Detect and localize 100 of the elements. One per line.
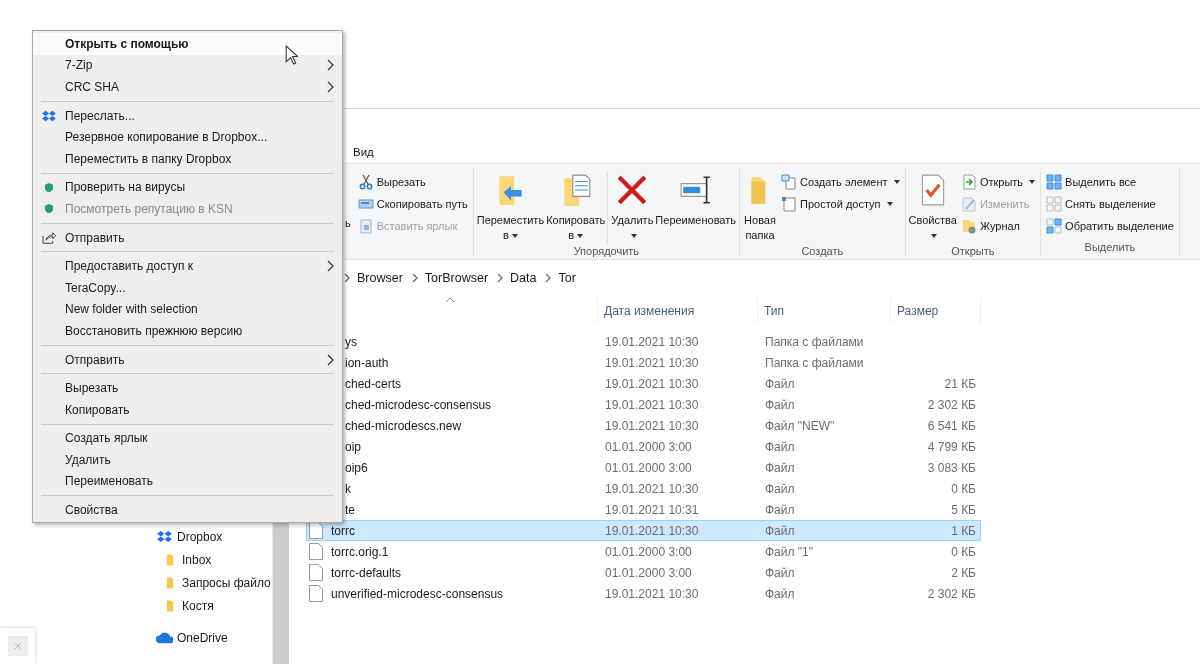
menu-item[interactable]: Удалить <box>33 449 342 471</box>
caret-icon <box>630 234 637 239</box>
nav-item[interactable]: Костя <box>132 594 272 617</box>
ribbon-button[interactable]: Снять выделение <box>1046 195 1174 213</box>
ribbon-button[interactable]: Открыть <box>960 173 1036 191</box>
type-cell-text: Файл <box>764 439 796 454</box>
file-row[interactable]: torrc 19.01.2021 10:30 Файл 1 КБ <box>306 520 981 541</box>
edit-icon <box>960 196 977 212</box>
menu-item[interactable]: Копировать <box>33 398 342 421</box>
nav-item[interactable]: OneDrive <box>132 626 272 649</box>
ribbon-label: ь <box>345 217 351 229</box>
type-cell-text: Файл "NEW" <box>764 418 836 433</box>
file-icon <box>309 543 323 560</box>
column-header[interactable]: Дата изменения <box>598 298 758 323</box>
caret-icon <box>1029 180 1036 184</box>
type-cell-text: Файл <box>764 481 796 496</box>
ribbon-button[interactable]: Новая папка <box>742 171 778 245</box>
column-header[interactable]: Размер <box>891 298 981 323</box>
chevron-icon <box>411 274 418 282</box>
menu-item[interactable]: Переименовать <box>33 470 342 493</box>
close-button[interactable] <box>7 636 28 656</box>
breadcrumb-item[interactable]: Browser <box>357 271 403 285</box>
dropbox-icon <box>42 109 56 122</box>
ribbon-button[interactable]: Копировать в <box>545 171 607 245</box>
path-icon <box>357 196 374 212</box>
type-cell-text: Файл <box>764 586 796 601</box>
ribbon-button[interactable]: Простой доступ <box>781 195 900 213</box>
nav-item[interactable]: Inbox <box>132 548 272 571</box>
file-name: oip6 <box>345 460 368 475</box>
ribbon-button[interactable]: Журнал <box>960 217 1036 235</box>
group-label: Открыть <box>950 245 996 259</box>
menu-item[interactable]: TeraCopy... <box>33 276 342 299</box>
folder-icon <box>166 575 174 590</box>
size-cell-text: 2 КБ <box>950 565 977 580</box>
menu-item[interactable]: Вырезать <box>33 377 342 399</box>
nav-item[interactable]: Dropbox <box>132 525 272 548</box>
close-icon <box>13 642 22 650</box>
menu-item[interactable]: Открыть с помощью <box>33 33 342 55</box>
ribbon-tab[interactable]: Вид <box>347 144 380 160</box>
chevron-icon <box>327 353 334 366</box>
caret-icon <box>511 234 518 239</box>
ribbon-button[interactable]: Свойства <box>907 171 958 245</box>
menu-item[interactable]: Предоставить доступ к <box>33 255 342 277</box>
ribbon-button[interactable]: Переименовать <box>654 171 737 230</box>
menu-item[interactable]: Восстановить прежнюю версию <box>33 320 342 342</box>
chevron-icon <box>327 81 334 93</box>
column-header[interactable]: Тип <box>758 298 891 323</box>
file-name: ion-auth <box>345 355 389 370</box>
menu-item[interactable]: Переместить в папку Dropbox <box>33 147 342 170</box>
menu-item[interactable]: 7-Zip <box>33 54 342 77</box>
size-cell-text: 0 КБ <box>950 544 977 559</box>
clipboard-icon <box>357 218 374 234</box>
menu-item[interactable]: Отправить <box>33 348 342 371</box>
folder-icon <box>166 552 174 567</box>
type-cell-text: Файл <box>764 397 796 412</box>
nav-item[interactable]: Запросы файло <box>132 571 272 594</box>
grid-icon <box>1046 218 1063 234</box>
date-cell-text: 01.01.2000 3:00 <box>604 565 693 580</box>
date-cell-text: 19.01.2021 10:30 <box>604 355 700 370</box>
size-cell-text: 6 541 КБ <box>926 418 977 433</box>
type-cell-text: Файл <box>764 502 796 517</box>
ribbon-button[interactable]: Обратить выделение <box>1046 217 1174 235</box>
file-icon <box>309 564 323 581</box>
breadcrumb-item[interactable]: Data <box>510 271 537 285</box>
breadcrumb-item[interactable]: Tor <box>558 271 576 285</box>
ribbon-button[interactable]: Выделить все <box>1046 173 1174 191</box>
breadcrumb-item[interactable]: TorBrowser <box>424 271 489 285</box>
file-name: ched-microdescs.new <box>345 418 462 433</box>
ribbon-button[interactable]: Скопировать путь <box>357 195 468 213</box>
group-label: Упорядочить <box>572 245 641 259</box>
menu-item[interactable]: Резервное копирование в Dropbox... <box>33 126 342 148</box>
ribbon-button[interactable]: Вырезать <box>357 173 468 191</box>
grid-icon <box>1046 174 1063 190</box>
menu-item[interactable]: Отправить <box>33 226 342 249</box>
page-icon <box>781 196 797 212</box>
menu-item[interactable]: Свойства <box>33 499 342 521</box>
type-cell-text: Папка с файлами <box>764 334 865 349</box>
menu-item[interactable]: CRC SHA <box>33 76 342 98</box>
menu-item[interactable]: Создать ярлык <box>33 427 342 450</box>
file-row[interactable]: unverified-microdesc-consensus 19.01.2021 10:30 Файл 2 302 КБ <box>306 583 981 604</box>
chevron-icon <box>344 274 350 282</box>
caret-icon <box>893 180 900 184</box>
cloud-icon <box>156 631 173 644</box>
menu-item[interactable]: New folder with selection <box>33 298 342 321</box>
date-cell-text: 19.01.2021 10:30 <box>604 481 700 496</box>
grid-icon <box>1046 196 1063 212</box>
file-row[interactable]: torrc.orig.1 01.01.2000 3:00 Файл "1" 0 КБ <box>306 541 981 562</box>
caret-icon <box>577 234 584 239</box>
cursor-icon <box>285 45 298 65</box>
file-name: te <box>345 502 355 517</box>
menu-item[interactable]: Переслать... <box>33 104 342 127</box>
type-cell-text: Файл "1" <box>764 544 815 559</box>
caret-icon <box>931 234 938 239</box>
ribbon-button[interactable]: Удалить <box>607 171 655 245</box>
file-row[interactable]: torrc-defaults 01.01.2000 3:00 Файл 2 КБ <box>306 562 981 583</box>
date-cell-text: 19.01.2021 10:30 <box>604 334 700 349</box>
date-cell-text: 19.01.2021 10:30 <box>604 586 700 601</box>
menu-item[interactable]: Проверить на вирусы <box>33 176 342 199</box>
ribbon-button[interactable]: Создать элемент <box>781 173 900 191</box>
ribbon-button[interactable]: Переместить в <box>475 171 546 245</box>
